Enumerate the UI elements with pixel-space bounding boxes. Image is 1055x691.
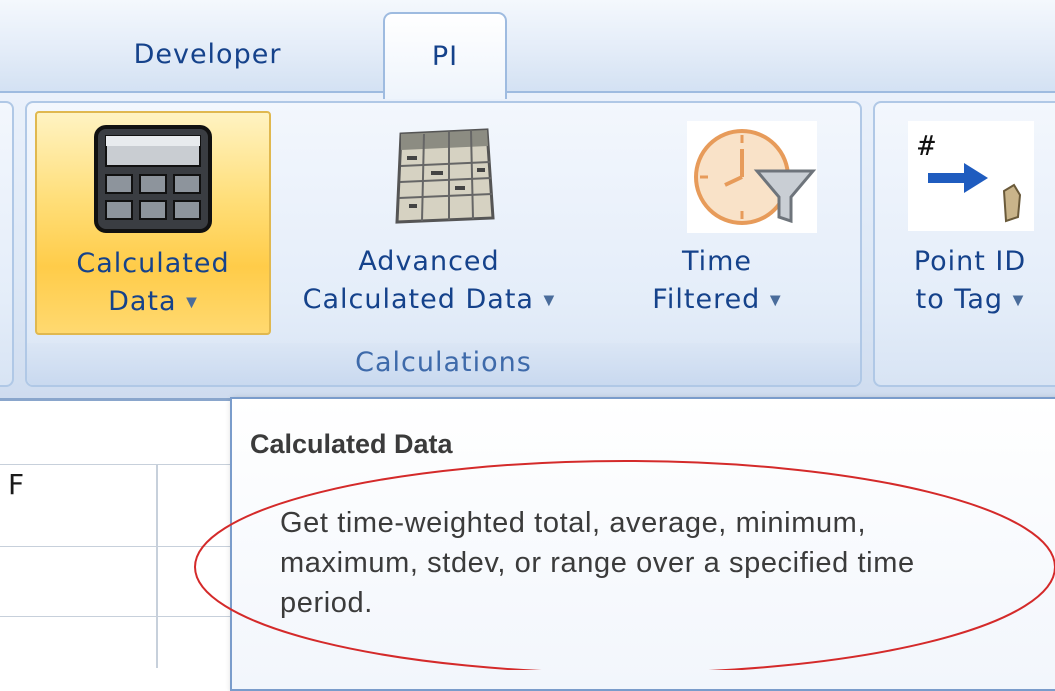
time-filtered-button[interactable]: Time Filtered ▼ xyxy=(587,111,847,331)
advanced-calculated-data-button[interactable]: Advanced Calculated Data ▼ xyxy=(279,111,579,331)
clock-filter-icon xyxy=(687,121,817,233)
sheet-gridline xyxy=(0,616,232,617)
sheet-gridline xyxy=(0,546,232,547)
tooltip-calculated-data: Calculated Data Get time-weighted total,… xyxy=(230,397,1055,691)
ribbon-group-calculations: Calculated Data ▼ Advanced Calculated Da… xyxy=(25,101,862,387)
ribbon-panel: Calculated Data ▼ Advanced Calculated Da… xyxy=(0,91,1055,401)
chevron-down-icon: ▼ xyxy=(186,294,198,311)
sheet-gridline xyxy=(156,464,158,668)
ribbon-tab-strip: Developer PI xyxy=(0,0,1055,99)
column-header-f[interactable]: F xyxy=(8,468,24,501)
sheet-gridline xyxy=(0,464,232,465)
chevron-down-icon: ▼ xyxy=(1012,292,1025,309)
calculator-icon xyxy=(94,125,212,233)
group-label-calculations: Calculations xyxy=(27,343,860,385)
chevron-down-icon: ▼ xyxy=(769,292,782,309)
point-id-to-tag-label: Point ID to Tag ▼ xyxy=(913,246,1027,315)
calculated-data-button[interactable]: Calculated Data ▼ xyxy=(35,111,271,335)
chevron-down-icon: ▼ xyxy=(543,292,556,309)
calculated-data-label: Calculated Data ▼ xyxy=(76,248,230,317)
ribbon-group-previous xyxy=(0,101,14,387)
point-id-to-tag-icon: # xyxy=(908,121,1034,231)
svg-text:#: # xyxy=(918,129,935,162)
tab-pi[interactable]: PI xyxy=(383,12,507,99)
time-filtered-label: Time Filtered ▼ xyxy=(652,246,782,315)
tooltip-title: Calculated Data xyxy=(250,429,453,459)
tooltip-description: Get time-weighted total, average, minimu… xyxy=(280,507,915,619)
advanced-calculated-data-label: Advanced Calculated Data ▼ xyxy=(302,246,556,315)
point-id-to-tag-button[interactable]: # Point ID to Tag ▼ xyxy=(880,111,1055,331)
tab-developer[interactable]: Developer xyxy=(100,20,315,88)
ribbon-group-conversion: # Point ID to Tag ▼ xyxy=(873,101,1055,387)
spreadsheet-icon xyxy=(395,128,495,224)
